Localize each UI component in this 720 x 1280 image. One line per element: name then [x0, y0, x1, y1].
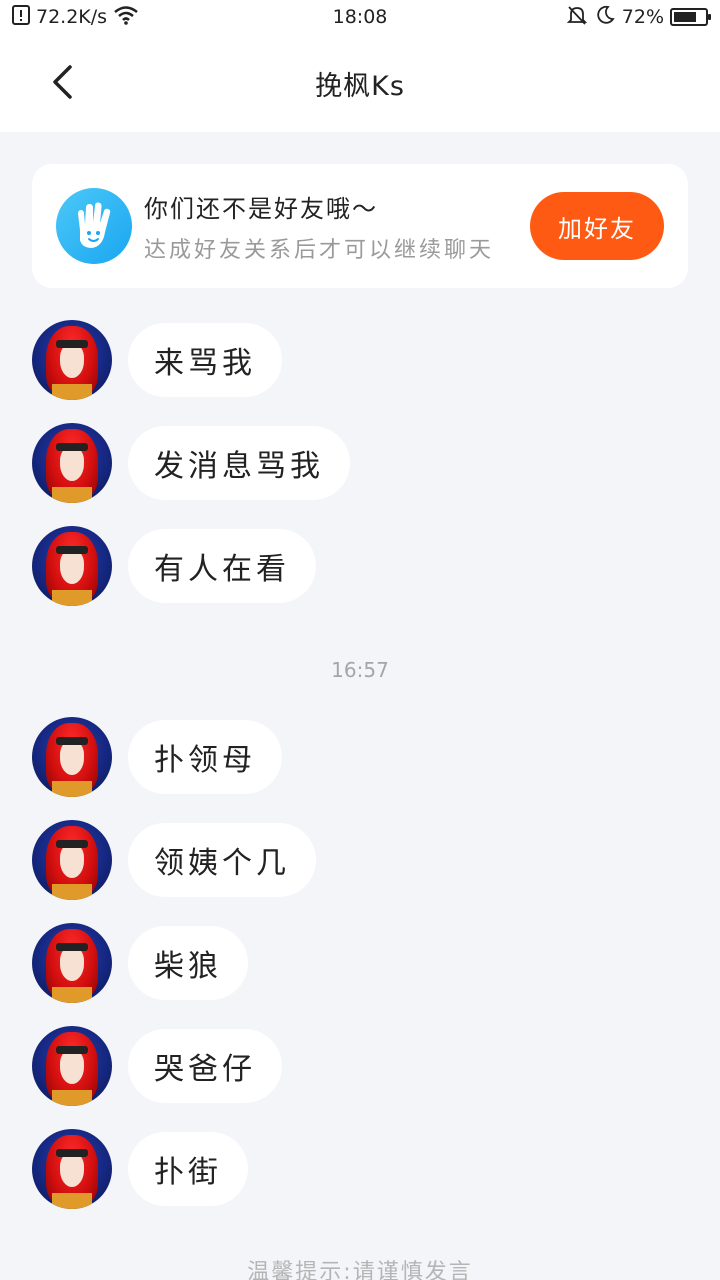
chevron-left-icon	[50, 64, 74, 104]
message-row: 有人在看	[32, 526, 316, 606]
battery-percent: 72%	[621, 6, 664, 28]
battery-icon	[670, 8, 711, 26]
message-bubble[interactable]: 哭爸仔	[128, 1029, 282, 1103]
avatar[interactable]	[32, 423, 112, 503]
avatar[interactable]	[32, 320, 112, 400]
avatar[interactable]	[32, 820, 112, 900]
message-row: 柴狼	[32, 923, 248, 1003]
battery-level	[674, 12, 696, 22]
net-speed: 72.2K/s	[36, 6, 108, 28]
friend-banner-title: 你们还不是好友哦～	[144, 194, 378, 223]
page-title: 挽枫Ks	[315, 70, 405, 102]
message-row: 哭爸仔	[32, 1026, 282, 1106]
moon-icon	[594, 4, 616, 31]
message-row: 扑领母	[32, 717, 282, 797]
message-row: 领姨个几	[32, 820, 316, 900]
friend-banner: 你们还不是好友哦～ 达成好友关系后才可以继续聊天 加好友	[32, 164, 688, 288]
sim-alert-icon	[12, 4, 30, 30]
avatar[interactable]	[32, 923, 112, 1003]
add-friend-button[interactable]: 加好友	[530, 192, 664, 260]
message-timestamp: 16:57	[331, 658, 389, 682]
friend-banner-subtitle: 达成好友关系后才可以继续聊天	[144, 237, 495, 263]
message-bubble[interactable]: 扑领母	[128, 720, 282, 794]
avatar[interactable]	[32, 1026, 112, 1106]
title-bar: 挽枫Ks	[0, 34, 720, 132]
message-row: 来骂我	[32, 320, 282, 400]
footer-tip: 温馨提示:请谨慎发言	[247, 1260, 473, 1280]
bell-mute-icon	[566, 4, 588, 31]
message-row: 发消息骂我	[32, 423, 350, 503]
avatar[interactable]	[32, 1129, 112, 1209]
wifi-icon	[113, 5, 139, 30]
message-bubble[interactable]: 柴狼	[128, 926, 248, 1000]
message-row: 扑街	[32, 1129, 248, 1209]
message-bubble[interactable]: 来骂我	[128, 323, 282, 397]
hand-icon	[56, 188, 132, 264]
message-bubble[interactable]: 领姨个几	[128, 823, 316, 897]
message-bubble[interactable]: 扑街	[128, 1132, 248, 1206]
status-left: 72.2K/s	[12, 4, 139, 30]
message-bubble[interactable]: 发消息骂我	[128, 426, 350, 500]
message-bubble[interactable]: 有人在看	[128, 529, 316, 603]
status-bar: 72.2K/s 18:08 72%	[0, 0, 720, 34]
avatar[interactable]	[32, 526, 112, 606]
back-button[interactable]	[36, 58, 88, 110]
avatar[interactable]	[32, 717, 112, 797]
status-right: 72%	[566, 4, 711, 31]
friend-banner-text: 你们还不是好友哦～ 达成好友关系后才可以继续聊天	[144, 189, 530, 264]
